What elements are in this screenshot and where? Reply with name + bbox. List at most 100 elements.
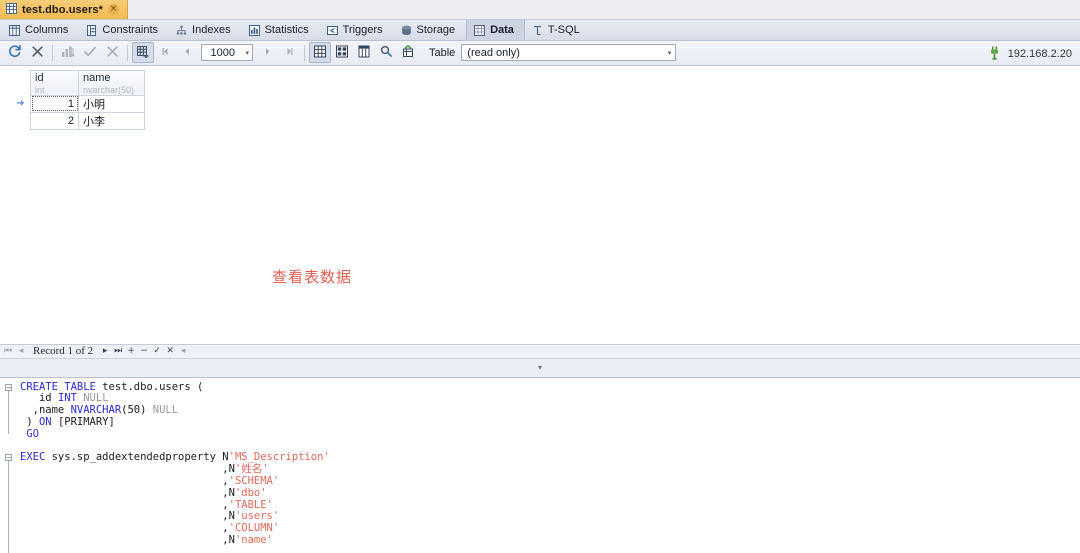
sort-button[interactable] [57, 42, 79, 63]
sql-line: ,N'name' [0, 533, 1080, 547]
find-icon [379, 45, 393, 61]
sql-token-str: '姓名' [234, 463, 269, 476]
sql-line: ,name NVARCHAR(50) NULL [0, 404, 1080, 417]
sql-token-id: ,N [20, 486, 235, 499]
tsql-icon [532, 25, 543, 36]
document-tab-test-dbo-users[interactable]: test.dbo.users* × [0, 0, 128, 20]
refresh-icon [8, 44, 22, 61]
tab-data[interactable]: Data [466, 20, 525, 41]
sql-code-block[interactable]: − CREATE TABLE test.dbo.users ( id INT NU… [0, 380, 1080, 553]
sql-line: GO [0, 427, 1080, 441]
view-form-button[interactable] [331, 42, 353, 63]
document-tab-title: test.dbo.users* [22, 3, 103, 16]
sql-token-punc: ( [190, 380, 204, 393]
table-row[interactable]: 2 小李 [11, 111, 145, 130]
record-navigator: ⏮ ◂ Record 1 of 2 ▸ ⏭ + − ✓ ✕ ◂ [0, 343, 1080, 359]
sql-token-str: 'users' [234, 510, 280, 523]
sql-token-id: [PRIMARY] [51, 415, 115, 428]
mode-combo[interactable]: (read only) ▾ [461, 44, 677, 62]
sql-token-str: 'COLUMN' [228, 522, 280, 535]
commit-button[interactable] [79, 42, 101, 63]
sql-token-str: 'name' [234, 533, 273, 546]
toolbar-separator [52, 44, 53, 61]
sql-statement: − EXEC sys.sp_addextendedproperty N'MS_De… [0, 451, 1080, 553]
cell-id[interactable]: 1 [30, 94, 79, 113]
columns-icon [9, 24, 20, 36]
nav-first-button[interactable] [154, 42, 176, 63]
record-cancel-button[interactable]: ✕ [164, 345, 176, 358]
tab-indexes-label: Indexes [192, 24, 231, 37]
column-header-id-name: id [35, 71, 44, 84]
sql-token-str: 'TABLE' [228, 498, 273, 511]
view-form-icon [335, 45, 349, 61]
sql-ddl-editor[interactable]: − CREATE TABLE test.dbo.users ( id INT NU… [0, 377, 1080, 553]
sql-statement: − CREATE TABLE test.dbo.users ( id INT NU… [0, 380, 1080, 441]
export-button[interactable] [397, 42, 419, 63]
stop-button[interactable] [26, 42, 48, 63]
tab-data-label: Data [490, 24, 514, 37]
record-add-button[interactable]: + [125, 345, 137, 358]
column-header-name[interactable]: name nvarchar(50) [78, 69, 145, 96]
sql-token-str: 'SCHEMA' [228, 474, 280, 487]
nav-prev-button[interactable] [176, 42, 198, 63]
sort-icon [61, 45, 75, 61]
chevron-down-icon[interactable]: ▾ [538, 363, 542, 372]
toolbar-separator [127, 44, 128, 61]
find-button[interactable] [375, 42, 397, 63]
rollback-button[interactable] [101, 42, 123, 63]
sql-token-id: , [20, 498, 229, 511]
record-remove-button[interactable]: − [138, 345, 150, 358]
tab-tsql[interactable]: T-SQL [525, 20, 591, 40]
close-icon[interactable]: × [107, 4, 119, 16]
tab-indexes[interactable]: Indexes [169, 20, 242, 40]
nav-last-button[interactable] [278, 42, 300, 63]
sql-token-punc: ) [20, 415, 39, 428]
sql-token-str: 'MS_Description' [228, 451, 330, 464]
grid-header-row: id int name nvarchar(50) [11, 69, 145, 96]
record-accept-button[interactable]: ✓ [151, 345, 163, 358]
refresh-button[interactable] [4, 42, 26, 63]
cell-id[interactable]: 2 [30, 111, 79, 130]
sql-token-num: 50 [127, 404, 141, 417]
record-more-button[interactable]: ◂ [177, 345, 189, 358]
sql-token-nul: NULL [146, 404, 179, 417]
table-row[interactable]: ➜ 1 小明 [11, 94, 145, 113]
column-header-id[interactable]: id int [30, 69, 79, 96]
tab-statistics-label: Statistics [264, 24, 309, 37]
stop-x-icon [31, 45, 44, 61]
record-first-button[interactable]: ⏮ [2, 345, 14, 358]
record-last-button[interactable]: ⏭ [112, 345, 124, 358]
sql-token-go: GO [20, 427, 39, 440]
sql-token-id: , [20, 522, 229, 535]
tab-storage[interactable]: Storage [394, 20, 467, 40]
record-prev-button[interactable]: ◂ [15, 345, 27, 358]
cell-name[interactable]: 小明 [78, 94, 145, 113]
filter-toggle-button[interactable] [132, 42, 154, 64]
mode-value: (read only) [467, 46, 520, 59]
tab-constraints[interactable]: Constraints [79, 20, 169, 40]
column-header-name-name: name [83, 71, 111, 84]
tab-triggers-label: Triggers [342, 24, 383, 37]
tab-triggers[interactable]: Triggers [320, 20, 394, 40]
view-card-icon [357, 45, 371, 61]
row-limit-combo[interactable]: 1000 ▾ [201, 44, 253, 62]
data-grid[interactable]: id int name nvarchar(50) ➜ 1 小明 2 小李 [11, 69, 145, 130]
view-grid-button[interactable] [309, 42, 331, 64]
tab-tsql-label: T-SQL [547, 24, 580, 37]
sql-token-id [20, 546, 26, 553]
cell-name[interactable]: 小李 [78, 111, 145, 130]
nav-next-icon [262, 46, 273, 60]
sql-line [0, 547, 1080, 553]
nav-next-button[interactable] [256, 42, 278, 63]
triggers-icon [326, 25, 338, 36]
tab-columns[interactable]: Columns [2, 20, 79, 40]
row-limit-value: 1000 [210, 46, 235, 59]
view-card-button[interactable] [353, 42, 375, 63]
record-status: Record 1 of 2 [33, 345, 94, 358]
chevron-down-icon: ▾ [667, 49, 672, 57]
toolbar-separator [304, 44, 305, 61]
record-next-button[interactable]: ▸ [99, 345, 111, 358]
tab-statistics[interactable]: Statistics [242, 20, 320, 40]
panel-splitter[interactable]: ▾ [0, 358, 1080, 378]
sql-token-kw: INT [57, 392, 77, 405]
